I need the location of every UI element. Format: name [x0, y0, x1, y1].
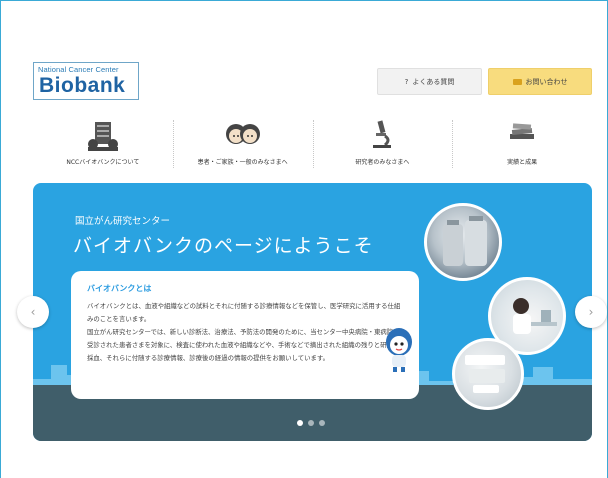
nav-label-patients: 患者・ご家族・一般のみなさまへ — [197, 159, 288, 166]
nav-label-researchers: 研究者のみなさまへ — [355, 159, 410, 166]
photo-storage-tanks — [424, 203, 502, 281]
card-paragraph-1: バイオバンクとは、血液や組織などの試料とそれに付随する診療情報などを保管し、医学… — [87, 302, 401, 323]
logo-name: Biobank — [39, 74, 126, 97]
mail-icon — [512, 78, 522, 85]
contact-button[interactable]: お問い合わせ — [488, 68, 592, 95]
nav-item-about[interactable]: NCCバイオバンクについて — [33, 116, 173, 172]
faq-button[interactable]: ? よくある質問 — [377, 68, 482, 95]
family-icon — [225, 124, 260, 144]
faq-button-label: よくある質問 — [412, 77, 455, 86]
logo-top-line: National Cancer Center — [38, 65, 119, 74]
about-biobank-card: バイオバンクとは バイオバンクとは、血液や組織などの試料とそれに付随する診療情報… — [71, 271, 419, 399]
carousel-prev-button[interactable]: ‹ — [17, 296, 49, 328]
carousel-next-button[interactable]: › — [575, 296, 607, 328]
nav-label-results: 実績と成果 — [507, 159, 538, 166]
carousel-dot-3[interactable] — [319, 420, 325, 426]
nav-item-results[interactable]: 実績と成果 — [452, 116, 592, 172]
books-icon — [510, 123, 535, 139]
nav-item-researchers[interactable]: 研究者のみなさまへ — [312, 116, 453, 172]
card-paragraph-2: 国立がん研究センターでは、新しい診断法、治療法、予防法の開発のために、当センター… — [87, 328, 400, 362]
question-icon: ? — [404, 77, 409, 86]
lab-equipment-image — [465, 355, 505, 393]
mascot-character — [386, 328, 412, 372]
biobank-building-icon — [87, 122, 118, 151]
main-nav: NCCバイオバンクについて 患者・ご家族・一般のみなさまへ 研究者のみなさまへ … — [33, 116, 592, 172]
hero-title: バイオバンクのページにようこそ — [73, 235, 374, 257]
hero-subtitle: 国立がん研究センター — [75, 216, 171, 227]
carousel-dot-2[interactable] — [308, 420, 314, 426]
hero-banner: 国立がん研究センター バイオバンクのページにようこそ バイオバンクとは バイオバ… — [33, 183, 592, 441]
carousel-dots — [297, 420, 325, 426]
carousel-dot-1[interactable] — [297, 420, 303, 426]
biobank-logo[interactable]: National Cancer Center Biobank — [33, 62, 139, 100]
chevron-right-icon: › — [588, 305, 594, 319]
nav-label-about: NCCバイオバンクについて — [66, 159, 140, 166]
storage-tanks-image — [443, 216, 487, 266]
microscope-icon — [373, 120, 392, 148]
photo-lab-equipment — [452, 338, 524, 410]
card-title: バイオバンクとは — [87, 284, 152, 293]
nav-item-patients[interactable]: 患者・ご家族・一般のみなさまへ — [172, 116, 313, 172]
contact-button-label: お問い合わせ — [525, 77, 568, 86]
chevron-left-icon: ‹ — [30, 305, 36, 319]
